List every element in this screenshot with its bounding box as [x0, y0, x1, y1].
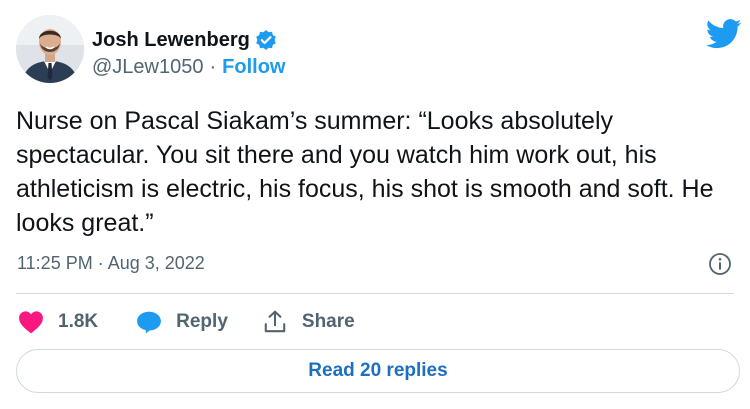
author-display-name[interactable]: Josh Lewenberg [92, 29, 250, 52]
like-count: 1.8K [58, 311, 99, 332]
author-handle[interactable]: @JLew1050 [92, 56, 203, 79]
follow-link[interactable]: Follow [222, 56, 285, 79]
info-icon[interactable] [708, 252, 732, 276]
share-label: Share [301, 311, 355, 332]
divider [16, 293, 734, 294]
like-button[interactable]: 1.8K [18, 310, 98, 334]
heart-icon [18, 310, 44, 334]
tweet-embed-card: Josh Lewenberg @JLew1050 · Follow Nurse … [0, 0, 750, 409]
share-upload-icon [262, 309, 288, 335]
read-replies-button[interactable]: Read 20 replies [16, 349, 740, 393]
speech-bubble-icon [136, 310, 162, 334]
twitter-bird-icon[interactable] [705, 19, 742, 49]
avatar-photo [16, 15, 84, 83]
share-button[interactable]: Share [262, 309, 355, 335]
reply-button[interactable]: Reply [136, 310, 228, 334]
handle-row: @JLew1050 · Follow [92, 56, 285, 79]
verified-badge-icon [255, 29, 277, 51]
tweet-timestamp[interactable]: 11:25 PM · Aug 3, 2022 [17, 253, 205, 274]
tweet-text: Nurse on Pascal Siakam’s summer: “Looks … [16, 107, 714, 237]
action-bar: 1.8K Reply Share [18, 306, 355, 338]
author-block: Josh Lewenberg @JLew1050 · Follow [92, 26, 285, 79]
reply-label: Reply [176, 311, 228, 332]
avatar[interactable] [16, 15, 84, 83]
separator-dot: · [209, 56, 217, 78]
name-row: Josh Lewenberg [92, 26, 285, 54]
